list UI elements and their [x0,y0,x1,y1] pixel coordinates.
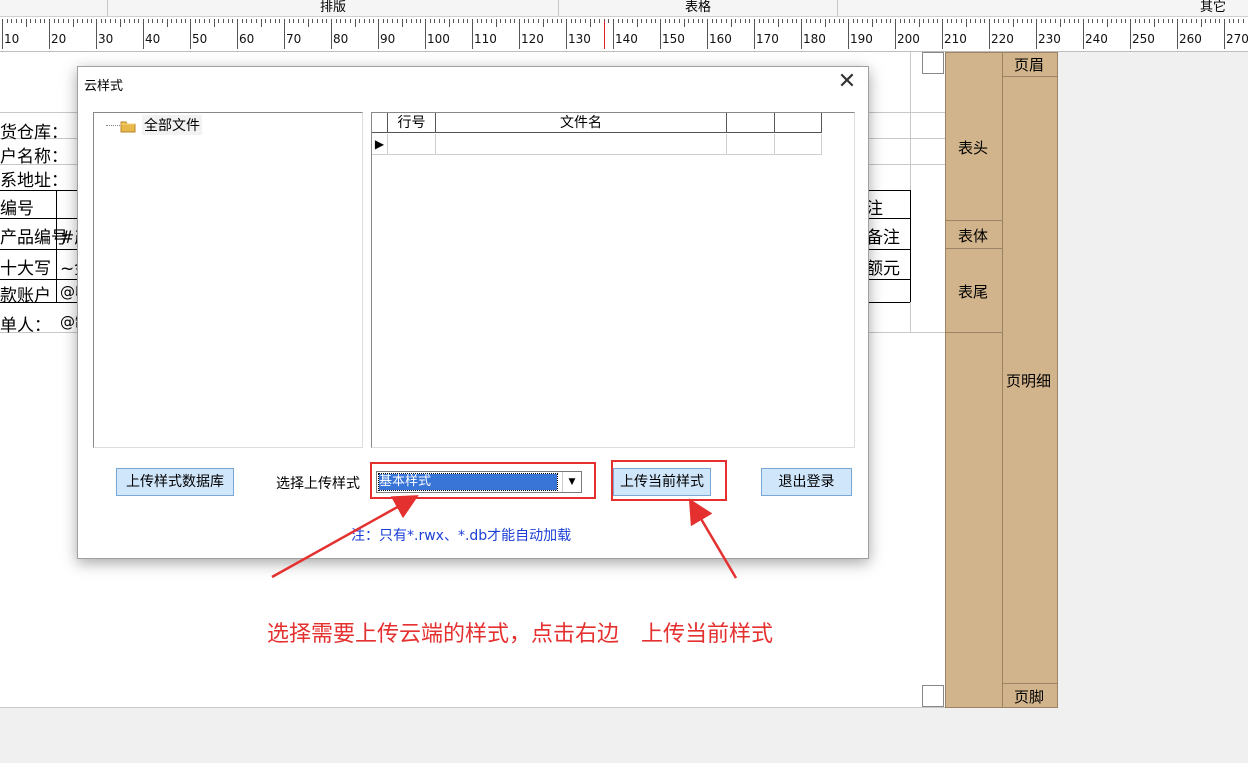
annotation-arrows [271,495,738,579]
instruction-annotation: 选择需要上传云端的样式，点击右边 上传当前样式 [267,622,774,647]
arrow-to-select [271,495,419,579]
arrow-to-upload-button [688,498,738,579]
